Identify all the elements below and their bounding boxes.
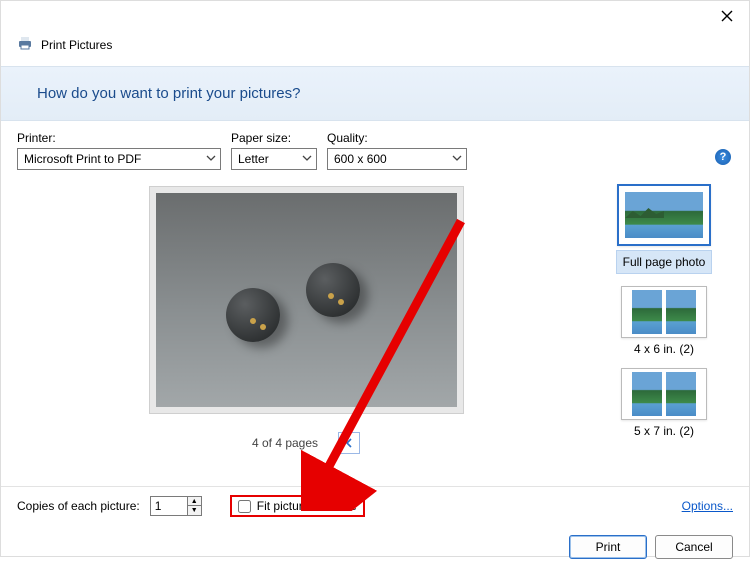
quality-value: 600 x 600 (334, 152, 387, 166)
close-button[interactable] (713, 2, 741, 30)
paper-size-value: Letter (238, 152, 269, 166)
pager-prev-button[interactable] (338, 432, 360, 454)
print-button[interactable]: Print (569, 535, 647, 559)
paper-size-label: Paper size: (231, 131, 317, 145)
layout-5x7[interactable]: 5 x 7 in. (2) (621, 368, 707, 438)
printer-label: Printer: (17, 131, 221, 145)
pager-text: 4 of 4 pages (252, 436, 318, 450)
quality-select[interactable]: 600 x 600 (327, 148, 467, 170)
printer-value: Microsoft Print to PDF (24, 152, 141, 166)
chevron-down-icon (206, 152, 216, 166)
quality-label: Quality: (327, 131, 467, 145)
copies-spinner[interactable]: ▲ ▼ (150, 496, 202, 516)
printer-icon (17, 35, 33, 54)
printer-select[interactable]: Microsoft Print to PDF (17, 148, 221, 170)
fit-picture-checkbox-wrap[interactable]: Fit picture to frame (230, 495, 365, 517)
fit-picture-label: Fit picture to frame (257, 499, 357, 513)
layout-5x7-label: 5 x 7 in. (2) (634, 424, 694, 438)
copies-up-button[interactable]: ▲ (187, 497, 201, 506)
layout-4x6-label: 4 x 6 in. (2) (634, 342, 694, 356)
layout-full-page-label: Full page photo (616, 250, 713, 274)
paper-size-select[interactable]: Letter (231, 148, 317, 170)
chevron-down-icon (302, 152, 312, 166)
print-preview (149, 186, 464, 414)
options-link[interactable]: Options... (682, 499, 733, 513)
cancel-button[interactable]: Cancel (655, 535, 733, 559)
layout-full-page[interactable]: Full page photo (616, 184, 713, 274)
copies-label: Copies of each picture: (17, 499, 140, 513)
copies-down-button[interactable]: ▼ (187, 506, 201, 515)
help-icon[interactable]: ? (715, 149, 731, 165)
fit-picture-checkbox[interactable] (238, 500, 251, 513)
window-title: Print Pictures (41, 38, 112, 52)
banner: How do you want to print your pictures? (1, 66, 749, 121)
layout-4x6[interactable]: 4 x 6 in. (2) (621, 286, 707, 356)
chevron-down-icon (452, 152, 462, 166)
banner-question: How do you want to print your pictures? (37, 85, 713, 102)
copies-input[interactable] (151, 497, 187, 515)
